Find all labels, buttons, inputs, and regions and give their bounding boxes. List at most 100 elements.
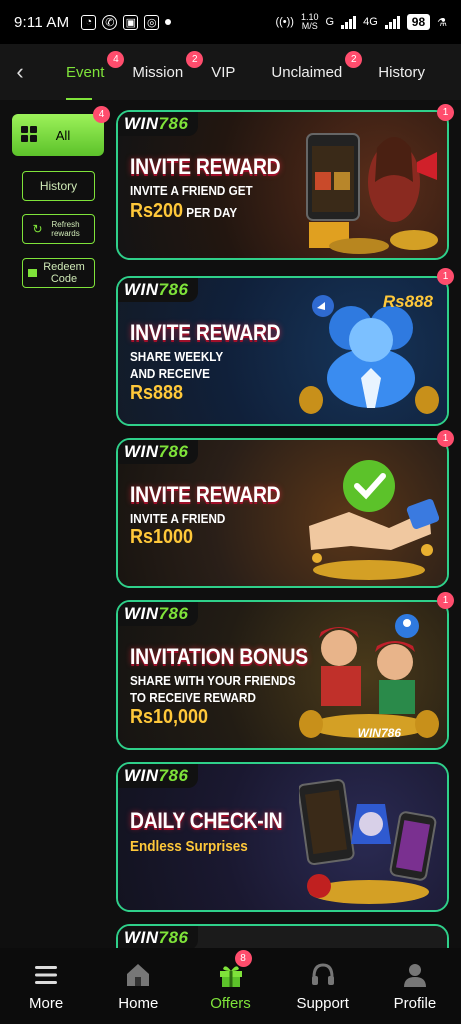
- tab-vip[interactable]: VIP: [197, 44, 249, 100]
- network-speed: 1.10 M/S: [301, 13, 319, 31]
- event-card-daily-check-in[interactable]: WIN786 DAILY CHECK-IN Endless Surprises: [116, 762, 449, 912]
- snapchat-icon: ◔: [81, 14, 97, 30]
- headset-icon: [311, 962, 334, 985]
- logo-text-b: 786: [158, 766, 189, 785]
- card-2-badge: 1: [437, 268, 454, 285]
- card-subtitle: INVITE A FRIEND GET: [130, 183, 253, 198]
- tab-mission[interactable]: Mission 2: [118, 44, 204, 100]
- grid-icon: [21, 126, 37, 142]
- fortune-gods-illustration: [299, 614, 439, 738]
- card-amount: Rs1000: [130, 526, 193, 549]
- logo-text-b: 786: [158, 604, 189, 623]
- logo-text-b: 786: [158, 280, 189, 299]
- logo-text-a: WIN: [124, 604, 159, 623]
- card-amount-suffix: PER DAY: [183, 205, 238, 220]
- refresh-icon: ↻: [32, 221, 43, 236]
- status-right: ((•)) 1.10 M/S G 4G 98 ⚗: [275, 13, 447, 31]
- history-label: History: [39, 179, 78, 193]
- card-subtitle: SHARE WEEKLY AND RECEIVE: [130, 348, 223, 382]
- card-amount-value: Rs200: [130, 200, 184, 222]
- speed-unit: M/S: [301, 21, 318, 31]
- card-subtitle-line1: SHARE WITH YOUR FRIENDS: [130, 673, 296, 688]
- logo-text-a: WIN: [124, 280, 159, 299]
- tab-unclaimed[interactable]: Unclaimed 2: [249, 44, 363, 100]
- win786-logo: WIN786: [118, 278, 199, 302]
- sidebar: All 4 History ↻ Refresh rewards Redeem C…: [0, 100, 114, 948]
- person-icon: [403, 963, 426, 987]
- card-title: INVITATION BONUS: [130, 644, 308, 669]
- home-icon: [127, 963, 150, 986]
- top-tab-bar: ‹ Event 4 Mission 2 VIP Unclaimed 2 Hist…: [0, 44, 461, 100]
- logo-text-b: 786: [158, 928, 189, 947]
- nav-support-label: Support: [296, 994, 349, 1012]
- logo-text-b: 786: [158, 114, 189, 133]
- nav-support[interactable]: Support: [277, 948, 369, 1024]
- girl-phone-megaphone-illustration: [306, 133, 438, 254]
- app-notification-icon: ▣: [123, 14, 139, 30]
- win786-logo: WIN786: [118, 602, 199, 626]
- signal-2-icon: [384, 15, 400, 29]
- tab-event[interactable]: Event 4: [40, 44, 125, 100]
- nav-profile-label: Profile: [393, 994, 437, 1012]
- card-subtitle-line2: AND RECEIVE: [130, 366, 210, 381]
- hotspot-icon: ((•)): [275, 16, 294, 28]
- status-time: 9:11 AM: [14, 13, 70, 31]
- card-amount-value: Rs10,000: [130, 706, 209, 728]
- card-1-badge: 1: [437, 104, 454, 121]
- tab-history-label: History: [378, 63, 425, 81]
- bottom-navigation: More Home Offers 8 Support Profile: [0, 948, 461, 1024]
- win786-logo: WIN786: [118, 112, 199, 136]
- card-amount-value: Rs1000: [130, 526, 194, 548]
- back-button[interactable]: ‹: [0, 44, 40, 100]
- tab-history[interactable]: History: [356, 44, 437, 100]
- battery-indicator: 98: [406, 14, 431, 30]
- menu-icon: [35, 965, 58, 984]
- redeem-code-button[interactable]: Redeem Code: [22, 258, 95, 288]
- instagram-icon: ◎: [144, 14, 160, 30]
- handshake-check-illustration: [309, 460, 439, 580]
- status-bar: 9:11 AM ◔ ✆ ▣ ◎ ((•)) 1.10 M/S G 4G 98 ⚗: [0, 0, 461, 44]
- logo-text-b: 786: [158, 442, 189, 461]
- chevron-left-icon: ‹: [16, 59, 24, 84]
- notification-icons: ◔ ✆ ▣ ◎: [81, 14, 172, 30]
- nav-more[interactable]: More: [0, 948, 92, 1024]
- card-amount: Rs888: [130, 382, 183, 405]
- history-button[interactable]: History: [22, 171, 95, 201]
- card-subtitle: Endless Surprises: [130, 838, 248, 855]
- card-title: INVITE REWARD: [130, 482, 281, 507]
- logo-text-a: WIN: [124, 114, 159, 133]
- art-logo-text: WIN786: [357, 726, 401, 740]
- card-title: DAILY CHECK-IN: [130, 808, 283, 833]
- nav-profile[interactable]: Profile: [369, 948, 461, 1024]
- event-card-invitation-bonus[interactable]: WIN786 WIN786 INVITATION BONUS SHARE WIT…: [116, 600, 449, 750]
- refresh-rewards-button[interactable]: ↻ Refresh rewards: [22, 214, 95, 244]
- card-title: INVITE REWARD: [130, 154, 281, 179]
- card-4-badge: 1: [437, 592, 454, 609]
- whatsapp-icon: ✆: [102, 14, 118, 30]
- nav-more-label: More: [29, 994, 64, 1012]
- card-title: INVITE REWARD: [130, 320, 281, 345]
- event-card-invite-reward-weekly[interactable]: WIN786 Rs888 INVITE REWARD SHARE WEEKLY A…: [116, 276, 449, 426]
- logo-text-a: WIN: [124, 928, 159, 947]
- win786-logo: WIN786: [118, 764, 199, 788]
- event-card-invite-reward-friend[interactable]: WIN786 INVITE REWARD INVITE A FRIEND Rs1…: [116, 438, 449, 588]
- nav-offers[interactable]: Offers 8: [184, 948, 276, 1024]
- nav-home[interactable]: Home: [92, 948, 184, 1024]
- card-amount: Rs10,000: [130, 706, 208, 729]
- win786-logo: WIN786: [118, 926, 199, 950]
- filter-all-badge: 4: [93, 106, 110, 123]
- event-card-invite-reward-daily[interactable]: WIN786 INVITE REWARD INVITE A FRIEND GET…: [116, 110, 449, 260]
- refresh-rewards-label: Refresh rewards: [51, 220, 80, 238]
- redeem-code-label: Redeem Code: [43, 261, 85, 285]
- tab-event-label: Event: [66, 63, 105, 81]
- card-amount-value: Rs888: [130, 382, 184, 404]
- logo-text-a: WIN: [124, 766, 159, 785]
- nav-offers-badge: 8: [234, 950, 252, 967]
- flask-icon: ⚗: [437, 16, 447, 29]
- card-subtitle-line1: SHARE WEEKLY: [130, 349, 224, 364]
- logo-text-a: WIN: [124, 442, 159, 461]
- filter-all-button[interactable]: All 4: [12, 106, 110, 156]
- pharaoh-phones-illustration: [299, 778, 437, 904]
- signal-1-label: G: [325, 16, 335, 28]
- more-notifications-icon: [165, 19, 172, 25]
